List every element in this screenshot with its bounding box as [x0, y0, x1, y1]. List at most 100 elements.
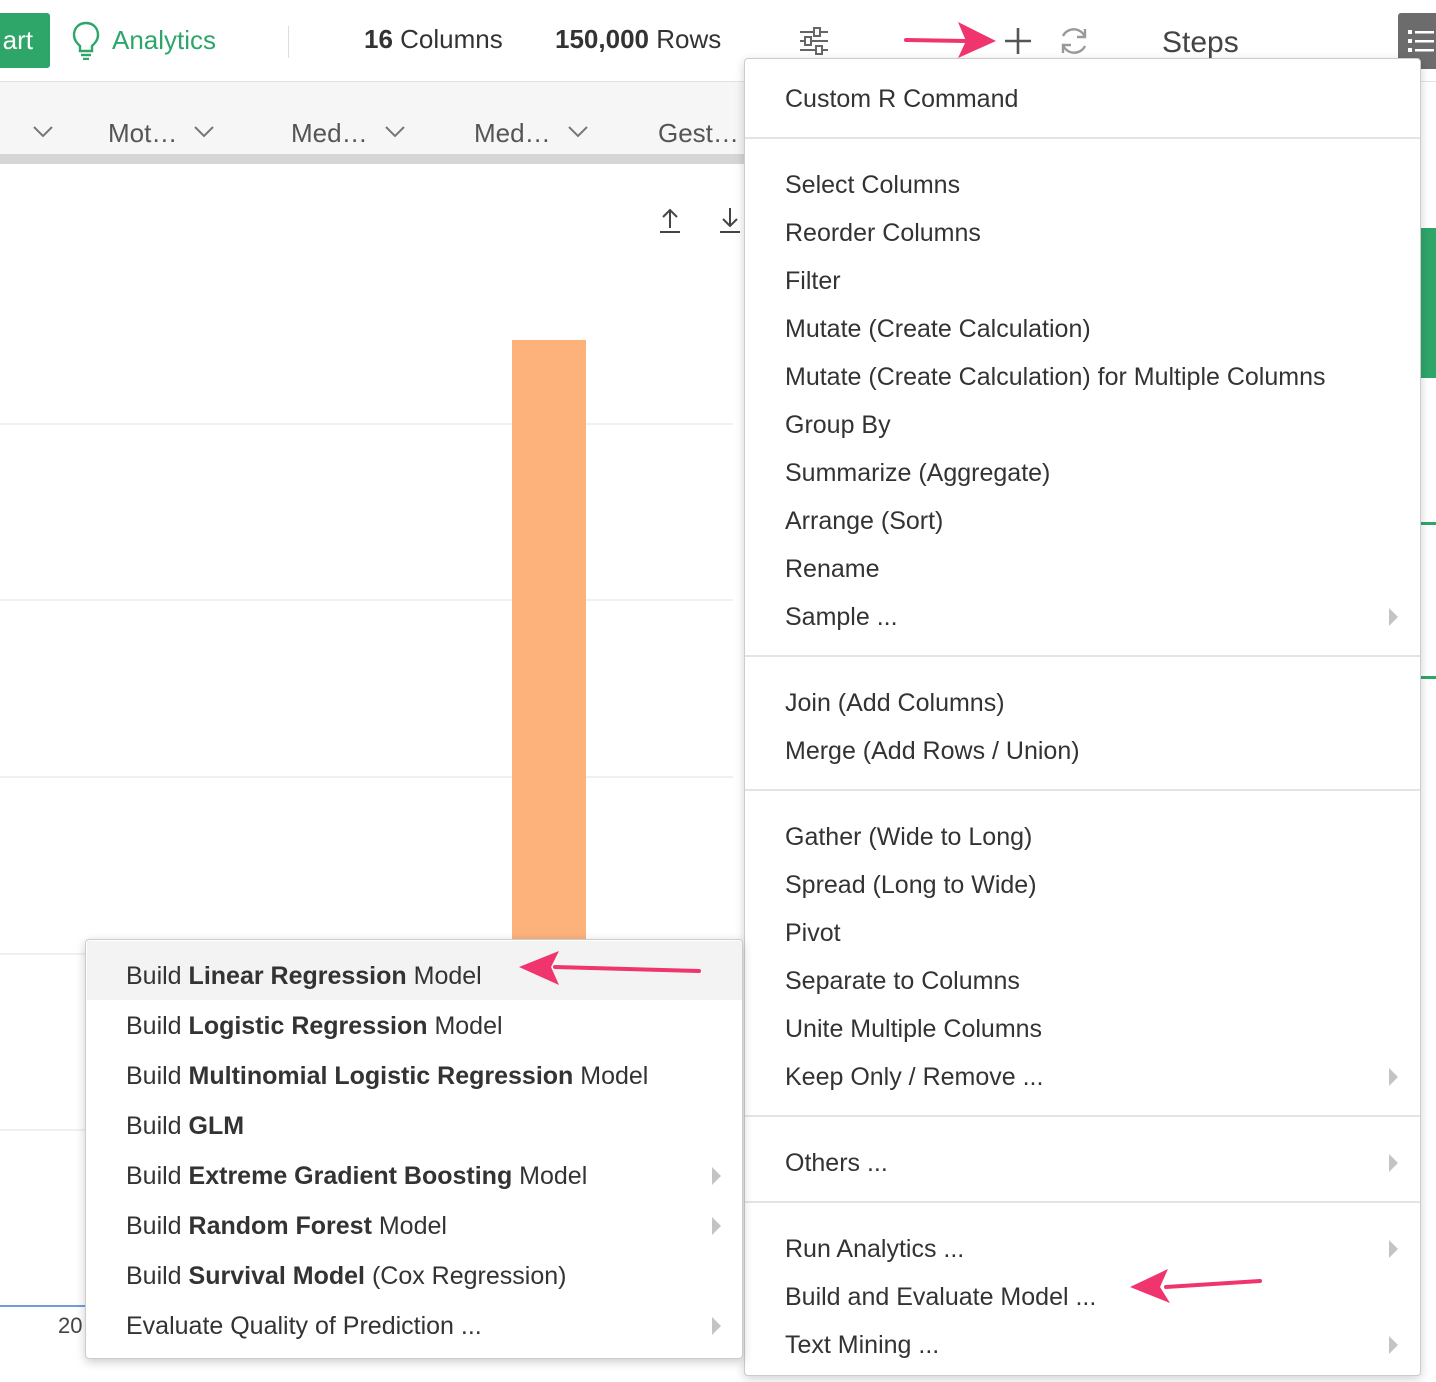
annotation-arrow-icon [1130, 1269, 1262, 1303]
add-step-plus-icon[interactable] [1002, 25, 1034, 57]
toolbar-divider [288, 26, 289, 58]
menu-item-keep-only-remove[interactable]: Keep Only / Remove ... [785, 1057, 1043, 1097]
submenu-caret-icon [1389, 1154, 1398, 1172]
list-icon [1408, 30, 1434, 52]
menu-item-filter[interactable]: Filter [785, 261, 841, 301]
menu-item-join-add-columns[interactable]: Join (Add Columns) [785, 683, 1005, 723]
rows-count-label: Rows [656, 24, 722, 54]
menu-item-reorder-columns[interactable]: Reorder Columns [785, 213, 981, 253]
menu-item-run-analytics[interactable]: Run Analytics ... [785, 1229, 964, 1269]
menu-item-mutate-create-calculation-for-multiple-columns[interactable]: Mutate (Create Calculation) for Multiple… [785, 357, 1326, 397]
model-menu-item-text: Build [126, 1162, 189, 1190]
model-menu-item-logistic-regression[interactable]: Build Logistic Regression Model [126, 1006, 503, 1046]
menu-item-merge-add-rows-union[interactable]: Merge (Add Rows / Union) [785, 731, 1080, 771]
menu-item-summarize-aggregate[interactable]: Summarize (Aggregate) [785, 453, 1050, 493]
model-menu-item-text: Build [126, 1212, 189, 1240]
menu-item-unite-multiple-columns[interactable]: Unite Multiple Columns [785, 1009, 1042, 1049]
menu-item-spread-long-to-wide[interactable]: Spread (Long to Wide) [785, 865, 1037, 905]
x-axis-tick-label: 20 [58, 1313, 83, 1338]
model-menu-item-text: Build [126, 1262, 189, 1290]
column-header[interactable]: Gest… [658, 118, 739, 149]
model-menu-item-suffix: Model [406, 962, 482, 990]
menu-item-mutate-create-calculation[interactable]: Mutate (Create Calculation) [785, 309, 1091, 349]
annotation-arrow-icon [519, 951, 701, 985]
chevron-down-icon [194, 126, 215, 138]
menu-separator [745, 1201, 1420, 1203]
column-header[interactable]: Mot… [108, 118, 215, 149]
analytics-label: Analytics [112, 24, 217, 55]
chart-tab[interactable]: art [0, 13, 50, 68]
menu-separator [745, 137, 1420, 139]
model-menu-item-suffix: (Cox Regression) [365, 1262, 567, 1290]
column-header-strip: Mot… Med… Med… Gest… [0, 82, 745, 164]
chevron-down-icon [384, 126, 405, 138]
build-model-submenu: Build Linear Regression Model Build Logis… [85, 939, 743, 1359]
model-menu-item-random-forest[interactable]: Build Random Forest Model [126, 1206, 447, 1246]
chevron-down-icon [567, 126, 588, 138]
menu-item-group-by[interactable]: Group By [785, 405, 891, 445]
model-menu-item-bold: Linear Regression [188, 962, 407, 990]
model-menu-item-bold: Random Forest [188, 1212, 372, 1240]
columns-count: 16 Columns [364, 24, 503, 55]
column-header[interactable]: Med… [291, 118, 406, 149]
model-menu-item-linear-regression[interactable]: Build Linear Regression Model [126, 956, 482, 996]
add-step-menu: Custom R Command Select Columns Reorder Co… [744, 58, 1421, 1376]
model-menu-item-glm[interactable]: Build GLM [126, 1106, 244, 1146]
menu-item-gather-wide-to-long[interactable]: Gather (Wide to Long) [785, 817, 1032, 857]
model-menu-item-text: Build [126, 1062, 189, 1090]
columns-count-label: Columns [400, 24, 503, 54]
refresh-icon[interactable] [1058, 25, 1090, 57]
analytics-button[interactable]: Analytics [70, 18, 216, 62]
rows-count: 150,000 Rows [555, 24, 721, 55]
annotation-arrow-icon [904, 22, 996, 58]
menu-item-pivot[interactable]: Pivot [785, 913, 841, 953]
sort-ascending-icon[interactable] [658, 206, 682, 234]
model-menu-item-bold: Multinomial Logistic Regression [188, 1062, 574, 1090]
steps-panel-green-block [1420, 228, 1436, 378]
column-header[interactable]: Med… [474, 118, 589, 149]
steps-title: Steps [1162, 26, 1239, 59]
model-menu-item-suffix: Model [512, 1162, 588, 1190]
model-menu-item-text: Build [126, 1112, 189, 1140]
model-menu-item-text: Build [126, 962, 189, 990]
column-header-dropdown[interactable] [16, 118, 54, 149]
menu-item-select-columns[interactable]: Select Columns [785, 165, 960, 205]
menu-item-sample[interactable]: Sample ... [785, 597, 898, 637]
menu-separator [745, 789, 1420, 791]
steps-panel-edge [1420, 82, 1436, 1382]
sort-descending-icon[interactable] [718, 206, 742, 234]
menu-separator [745, 1115, 1420, 1117]
model-menu-item-bold: Extreme Gradient Boosting [188, 1162, 513, 1190]
column-header-label: Med… [474, 118, 551, 148]
submenu-caret-icon [712, 1167, 721, 1185]
submenu-caret-icon [1389, 1240, 1398, 1258]
model-menu-item-suffix: Model [371, 1212, 447, 1240]
model-menu-item-bold: Survival Model [188, 1262, 365, 1290]
menu-item-others[interactable]: Others ... [785, 1143, 888, 1183]
submenu-caret-icon [712, 1317, 721, 1335]
model-menu-item-survival-model[interactable]: Build Survival Model (Cox Regression) [126, 1256, 566, 1296]
lightbulb-icon [72, 21, 100, 60]
model-menu-item-extreme-gradient-boosting[interactable]: Build Extreme Gradient Boosting Model [126, 1156, 587, 1196]
submenu-caret-icon [1389, 1336, 1398, 1354]
menu-item-text-mining[interactable]: Text Mining ... [785, 1325, 939, 1365]
menu-item-rename[interactable]: Rename [785, 549, 880, 589]
rows-count-value: 150,000 [555, 24, 649, 54]
chevron-down-icon [33, 126, 53, 138]
menu-item-build-and-evaluate-model[interactable]: Build and Evaluate Model ... [785, 1277, 1096, 1317]
model-menu-item-bold: Logistic Regression [188, 1012, 428, 1040]
steps-panel-line [1420, 522, 1436, 525]
model-menu-item-suffix: Model [427, 1012, 503, 1040]
menu-item-arrange-sort[interactable]: Arrange (Sort) [785, 501, 943, 541]
chart-tab-label: art [2, 25, 33, 55]
menu-separator [745, 655, 1420, 657]
model-menu-item-evaluate-quality-of-prediction[interactable]: Evaluate Quality of Prediction ... [126, 1306, 482, 1346]
model-menu-item-multinomial-logistic-regression[interactable]: Build Multinomial Logistic Regression Mo… [126, 1056, 648, 1096]
submenu-caret-icon [712, 1217, 721, 1235]
model-menu-item-suffix: Model [573, 1062, 649, 1090]
model-menu-item-bold: GLM [188, 1112, 245, 1140]
settings-sliders-icon[interactable] [798, 26, 830, 56]
menu-item-separate-to-columns[interactable]: Separate to Columns [785, 961, 1020, 1001]
menu-item-custom-r-command[interactable]: Custom R Command [785, 79, 1018, 119]
column-header-label: Med… [291, 118, 368, 148]
